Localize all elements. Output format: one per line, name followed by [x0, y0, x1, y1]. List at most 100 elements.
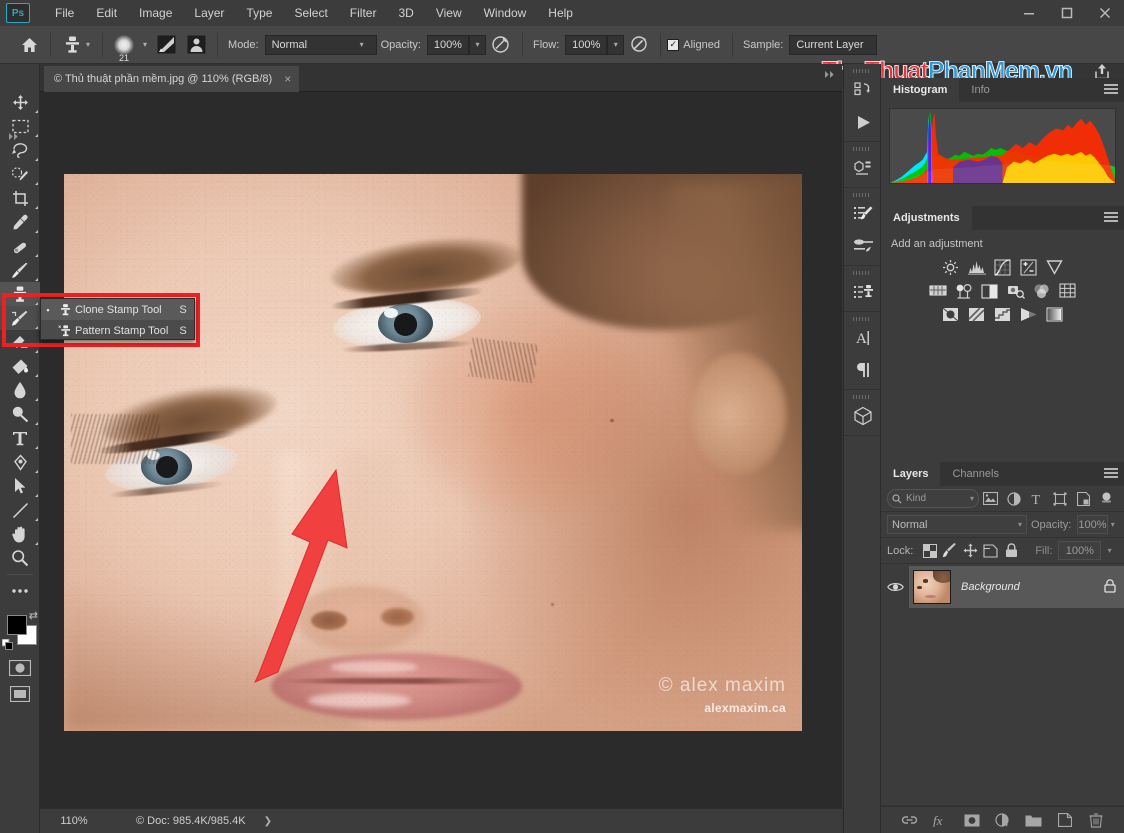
filter-smart-icon[interactable] — [1072, 491, 1095, 506]
home-icon[interactable] — [14, 32, 44, 58]
screen-mode-icon[interactable] — [0, 681, 40, 707]
lock-position-icon[interactable] — [960, 543, 980, 558]
menu-item-select[interactable]: Select — [283, 2, 338, 24]
history-icon[interactable] — [844, 74, 882, 106]
panel-grip[interactable] — [853, 69, 871, 73]
color-lookup-icon[interactable] — [1058, 281, 1078, 301]
layer-blend-mode-select[interactable]: Normal ▾ — [887, 515, 1027, 534]
invert-icon[interactable] — [941, 305, 961, 325]
line-tool[interactable] — [0, 498, 40, 522]
panel-grip[interactable] — [853, 193, 871, 197]
aligned-checkbox[interactable]: ✓ — [667, 38, 680, 51]
filter-image-icon[interactable] — [979, 492, 1002, 505]
pen-tool[interactable] — [0, 450, 40, 474]
close-icon[interactable] — [1086, 0, 1124, 26]
panel-grip[interactable] — [853, 271, 871, 275]
lock-artboard-icon[interactable] — [981, 543, 1001, 558]
zoom-tool[interactable] — [0, 546, 40, 570]
layer-row-background[interactable]: Background — [881, 564, 1124, 610]
menu-item-edit[interactable]: Edit — [85, 2, 128, 24]
channel-mixer-icon[interactable] — [1032, 281, 1052, 301]
layer-selected-row[interactable]: Background — [909, 566, 1124, 608]
brush-tool[interactable] — [0, 258, 40, 282]
menu-item-image[interactable]: Image — [128, 2, 183, 24]
document-tab[interactable]: © Thủ thuật phần mềm.jpg @ 110% (RGB/8) … — [44, 66, 300, 92]
pressure-opacity-icon[interactable] — [489, 33, 513, 57]
rectangular-marquee-tool[interactable] — [0, 114, 40, 138]
crop-tool[interactable] — [0, 186, 40, 210]
lasso-tool[interactable] — [0, 138, 40, 162]
document-image[interactable]: © alex maxim alexmaxim.ca — [64, 174, 802, 731]
levels-icon[interactable] — [967, 257, 987, 277]
eyedropper-tool[interactable] — [0, 210, 40, 234]
sample-select[interactable]: Current Layer — [789, 34, 878, 55]
menu-item-window[interactable]: Window — [473, 2, 538, 24]
clone-stamp-flyout-menu[interactable]: ▪ Clone Stamp Tool S Pattern Stamp Tool … — [40, 298, 195, 340]
chevron-down-icon[interactable]: ▾ — [86, 40, 90, 49]
photo-filter-icon[interactable] — [1006, 281, 1026, 301]
delete-layer-icon[interactable] — [1087, 811, 1105, 829]
menu-item-layer[interactable]: Layer — [183, 2, 235, 24]
path-selection-tool[interactable] — [0, 474, 40, 498]
edit-toolbar-tool[interactable] — [0, 579, 40, 603]
brush-panel-icon[interactable] — [154, 33, 178, 57]
actions-play-icon[interactable] — [844, 106, 882, 138]
tab-channels[interactable]: Channels — [940, 462, 1010, 486]
opacity-input[interactable]: 100% — [426, 34, 469, 55]
flyout-item-clone-stamp[interactable]: ▪ Clone Stamp Tool S — [41, 299, 194, 320]
tab-info[interactable]: Info — [959, 78, 1001, 102]
layer-mask-icon[interactable] — [963, 811, 981, 829]
flow-input[interactable]: 100% — [565, 34, 608, 55]
brush-preset-picker[interactable]: 21 — [109, 30, 139, 63]
canvas-area[interactable]: © alex maxim alexmaxim.ca — [40, 92, 842, 808]
panel-menu-icon[interactable] — [1104, 468, 1118, 480]
tab-layers[interactable]: Layers — [881, 462, 941, 486]
opacity-dropdown[interactable]: ▾ — [468, 34, 486, 55]
foreground-color-swatch[interactable] — [7, 615, 27, 635]
close-icon[interactable]: × — [284, 72, 291, 86]
paragraph-icon[interactable] — [844, 354, 882, 386]
tab-histogram[interactable]: Histogram — [881, 78, 960, 102]
panel-grip[interactable] — [853, 395, 871, 399]
eye-icon[interactable] — [881, 581, 909, 593]
tab-adjustments[interactable]: Adjustments — [881, 206, 972, 230]
filter-type-icon[interactable]: T — [1025, 492, 1048, 506]
selective-color-icon[interactable] — [1045, 305, 1065, 325]
filter-shape-icon[interactable] — [1049, 492, 1072, 506]
clone-source-icon[interactable] — [184, 33, 208, 57]
airbrush-icon[interactable] — [627, 33, 651, 57]
brush-settings-icon[interactable] — [844, 230, 882, 262]
new-group-icon[interactable] — [1025, 811, 1043, 829]
character-icon[interactable]: A — [844, 322, 882, 354]
menu-item-help[interactable]: Help — [537, 2, 584, 24]
threshold-icon[interactable] — [993, 305, 1013, 325]
clone-source-icon[interactable] — [844, 276, 882, 308]
flow-dropdown[interactable]: ▾ — [607, 34, 625, 55]
move-tool[interactable] — [0, 90, 40, 114]
black-white-icon[interactable] — [980, 281, 1000, 301]
chevron-right-icon[interactable]: ❯ — [264, 816, 272, 827]
chevron-down-icon[interactable]: ▾ — [143, 40, 147, 49]
quick-mask-icon[interactable] — [0, 655, 40, 681]
lock-image-icon[interactable] — [940, 543, 960, 558]
minimize-icon[interactable] — [1010, 0, 1048, 26]
3d-properties-icon[interactable] — [844, 152, 882, 184]
filter-adjustment-icon[interactable] — [1002, 491, 1025, 506]
new-layer-icon[interactable] — [1056, 811, 1074, 829]
layer-opacity-input[interactable]: 100% — [1077, 515, 1108, 534]
panel-menu-icon[interactable] — [1104, 212, 1118, 224]
lock-icon[interactable] — [1104, 578, 1116, 596]
gradient-map-icon[interactable] — [1019, 305, 1039, 325]
menu-item-type[interactable]: Type — [235, 2, 283, 24]
color-balance-icon[interactable] — [954, 281, 974, 301]
panel-grip[interactable] — [853, 317, 871, 321]
link-layers-icon[interactable] — [901, 811, 919, 829]
brush-presets-icon[interactable] — [844, 198, 882, 230]
expand-tabs-icon[interactable]: ⏵⏵ — [824, 70, 834, 81]
menu-item-filter[interactable]: Filter — [339, 2, 388, 24]
gradient-tool[interactable] — [0, 354, 40, 378]
chevron-down-icon[interactable]: ▾ — [1101, 546, 1118, 555]
default-colors-icon[interactable] — [1, 638, 13, 653]
horizontal-type-tool[interactable] — [0, 426, 40, 450]
spot-healing-brush-tool[interactable] — [0, 234, 40, 258]
